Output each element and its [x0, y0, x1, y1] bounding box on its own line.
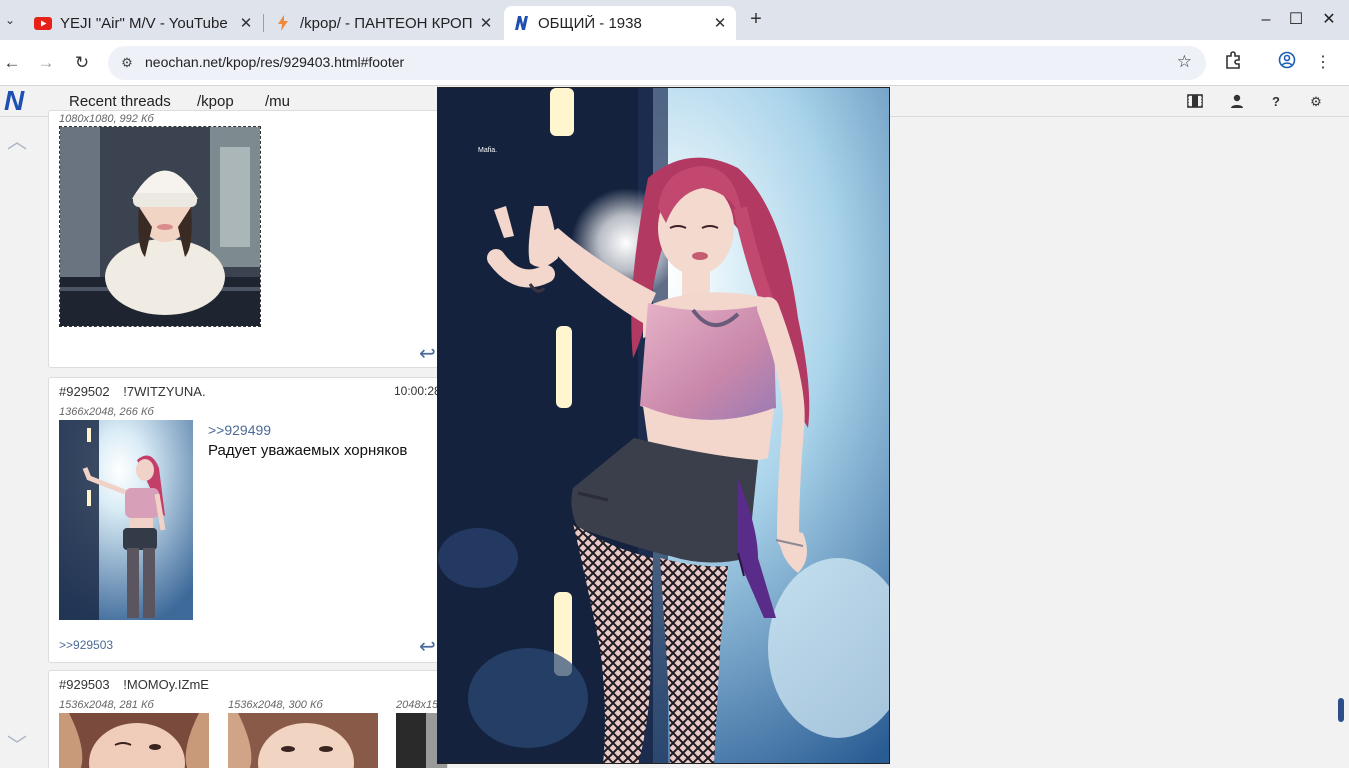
profile-icon[interactable]	[1275, 51, 1299, 75]
settings-gear-icon[interactable]: ⚙	[1307, 94, 1325, 110]
post-time: 10:00:28	[394, 384, 441, 398]
backref-link[interactable]: >>929503	[59, 638, 113, 652]
post-image-thumbnail[interactable]	[59, 126, 261, 327]
tab-title: /kpop/ - ПАНТЕОН КРОП	[300, 14, 473, 32]
nav-kpop[interactable]: /kpop	[197, 93, 234, 110]
scroll-down-arrow-icon[interactable]: ﹀	[6, 736, 28, 756]
user-icon[interactable]	[1228, 94, 1246, 110]
post-header: #929502 !7WITZYUNA.	[59, 384, 206, 399]
nav-recent-threads[interactable]: Recent threads	[69, 93, 171, 110]
scroll-position-marker[interactable]	[1338, 698, 1344, 722]
post-image-thumbnail[interactable]	[59, 713, 209, 768]
reload-button[interactable]: ↻	[70, 51, 94, 75]
watermark-text: Mafia.	[478, 147, 497, 154]
browser-toolbar: ← → ↻ ⚙ neochan.net/kpop/res/929403.html…	[0, 40, 1349, 86]
post: #929503 !MOMOy.IZmE 1536x2048, 281 Кб 15…	[48, 670, 448, 768]
media-gallery-icon[interactable]	[1186, 94, 1204, 110]
post-number[interactable]: #929503	[59, 677, 110, 692]
tab-kpop-board[interactable]: /kpop/ - ПАНТЕОН КРОП ✕	[266, 6, 502, 40]
close-icon[interactable]: ✕	[710, 14, 730, 32]
post: #929502 !7WITZYUNA. 10:00:28 1366x2048, …	[48, 377, 448, 663]
tab-active-thread[interactable]: ОБЩИЙ - 1938 ✕	[504, 6, 736, 40]
post-number[interactable]: #929502	[59, 384, 110, 399]
reply-arrow-icon[interactable]: ↩	[419, 341, 436, 366]
post-message: Радует уважаемых хорняков	[208, 442, 408, 459]
tab-search-icon[interactable]: ⌄	[0, 10, 20, 30]
post-header: #929503 !MOMOy.IZmE	[59, 677, 209, 692]
reply-arrow-icon[interactable]: ↩	[419, 634, 436, 659]
tab-separator	[263, 14, 264, 32]
post-image-thumbnail[interactable]	[228, 713, 378, 768]
post-tripcode: !MOMOy.IZmE	[123, 677, 209, 692]
preview-image: Mafia.	[438, 88, 889, 763]
help-icon[interactable]: ?	[1267, 94, 1285, 110]
back-button[interactable]: ←	[0, 51, 24, 75]
file-info: 1536x2048, 300 Кб	[228, 699, 323, 711]
close-icon[interactable]: ✕	[476, 14, 496, 32]
site-info-icon[interactable]: ⚙	[118, 54, 136, 72]
bookmark-star-icon[interactable]: ☆	[1177, 52, 1192, 72]
new-tab-button[interactable]: +	[744, 8, 768, 32]
neochan-icon	[512, 15, 530, 31]
extensions-icon[interactable]	[1221, 51, 1245, 75]
post-tripcode: !7WITZYUNA.	[123, 384, 206, 399]
file-info: 1536x2048, 281 Кб	[59, 699, 154, 711]
post-image-thumbnail[interactable]	[59, 420, 193, 620]
menu-icon[interactable]: ⋮	[1311, 51, 1335, 75]
close-icon[interactable]: ✕	[236, 14, 256, 32]
site-logo[interactable]: N	[4, 87, 38, 115]
minimize-button[interactable]: –	[1251, 8, 1281, 32]
file-info: 1080x1080, 992 Кб	[59, 113, 154, 125]
forward-button[interactable]: →	[34, 51, 58, 75]
maximize-button[interactable]: ☐	[1281, 8, 1311, 32]
bolt-icon	[274, 15, 292, 31]
address-bar[interactable]: ⚙ neochan.net/kpop/res/929403.html#foote…	[108, 46, 1206, 80]
file-info: 1366x2048, 266 Кб	[59, 406, 154, 418]
tab-title: YEJI "Air" M/V - YouTube	[60, 14, 228, 32]
tab-strip: ⌄ YEJI "Air" M/V - YouTube ✕ /kpop/ - ПА…	[0, 0, 1349, 40]
tab-youtube[interactable]: YEJI "Air" M/V - YouTube ✕	[26, 6, 262, 40]
post: 1080x1080, 992 Кб ↩	[48, 110, 448, 368]
nav-mu[interactable]: /mu	[265, 93, 290, 110]
youtube-icon	[34, 15, 52, 31]
url-text[interactable]: neochan.net/kpop/res/929403.html#footer	[145, 54, 404, 70]
image-preview-popup[interactable]: Mafia.	[437, 87, 890, 764]
scroll-up-arrow-icon[interactable]: ︿	[6, 132, 28, 152]
reply-link[interactable]: >>929499	[208, 422, 271, 438]
close-window-button[interactable]: ✕	[1314, 8, 1344, 32]
tab-title: ОБЩИЙ - 1938	[538, 14, 642, 32]
